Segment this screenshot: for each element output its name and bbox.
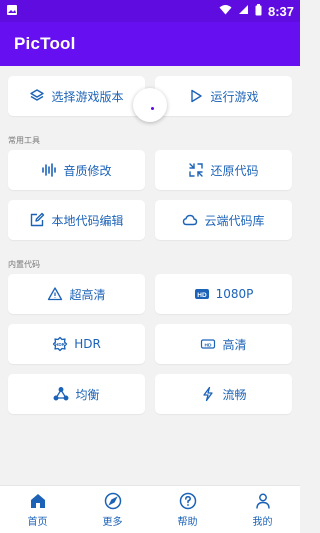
- person-icon: [255, 493, 270, 509]
- signal-icon: [238, 4, 249, 18]
- image-icon: [6, 4, 18, 19]
- status-bar: 8:37: [0, 0, 300, 22]
- compass-icon: [104, 492, 121, 509]
- smooth-button[interactable]: 流畅: [155, 374, 292, 414]
- restore-code-label: 还原代码: [210, 163, 259, 178]
- play-icon: [188, 88, 204, 104]
- balanced-button[interactable]: 均衡: [8, 374, 145, 414]
- audio-quality-button[interactable]: 音质修改: [8, 150, 145, 190]
- flash-icon: [200, 386, 216, 402]
- cloud-code-library-label: 云端代码库: [204, 213, 265, 228]
- nav-home-label: 首页: [27, 516, 48, 528]
- 1080p-button[interactable]: HD 1080P: [155, 274, 292, 314]
- nav-help-label: 帮助: [177, 516, 198, 528]
- edit-icon: [29, 212, 45, 228]
- bottom-nav: 首页 更多 帮助 我的: [0, 485, 300, 533]
- nav-more-label: 更多: [102, 516, 123, 528]
- cloud-icon: [182, 212, 198, 228]
- warning-icon: [47, 286, 63, 302]
- status-time: 8:37: [267, 3, 294, 19]
- hd-button[interactable]: HD 高清: [155, 324, 292, 364]
- svg-text:HD: HD: [197, 292, 207, 299]
- hd-label: 高清: [222, 337, 247, 352]
- main-content: 选择游戏版本 运行游戏 常用工具 音质修改 还原代码 本地代码编辑 云端代码库 …: [0, 66, 300, 485]
- section-label-common-tools: 常用工具: [8, 136, 40, 145]
- hdr-label: HDR: [74, 337, 101, 351]
- smooth-label: 流畅: [222, 387, 247, 402]
- nav-help[interactable]: 帮助: [150, 486, 225, 533]
- select-game-version-label: 选择游戏版本: [51, 89, 124, 104]
- battery-icon: [255, 3, 262, 19]
- local-code-edit-label: 本地代码编辑: [51, 213, 124, 228]
- restore-icon: [188, 162, 204, 178]
- hd-small-icon: HD: [200, 336, 216, 352]
- help-icon: [179, 492, 196, 509]
- ultra-hd-button[interactable]: 超高清: [8, 274, 145, 314]
- nav-mine-label: 我的: [252, 516, 273, 528]
- audio-quality-label: 音质修改: [63, 163, 112, 178]
- run-game-label: 运行游戏: [210, 89, 259, 104]
- ultra-hd-label: 超高清: [69, 287, 106, 302]
- select-game-version-button[interactable]: 选择游戏版本: [8, 76, 145, 116]
- svg-text:HDR: HDR: [55, 342, 65, 347]
- waveform-icon: [41, 162, 57, 178]
- wifi-icon: [219, 4, 232, 18]
- nav-home[interactable]: 首页: [0, 486, 75, 533]
- cloud-code-library-button[interactable]: 云端代码库: [155, 200, 292, 240]
- app-bar: PicTool: [0, 22, 300, 66]
- hdr-icon: HDR: [52, 336, 68, 352]
- run-game-button[interactable]: 运行游戏: [155, 76, 292, 116]
- nav-more[interactable]: 更多: [75, 486, 150, 533]
- 1080p-label: 1080P: [215, 287, 254, 301]
- svg-text:HD: HD: [205, 342, 212, 348]
- hd-icon: HD: [194, 286, 210, 302]
- nav-mine[interactable]: 我的: [225, 486, 300, 533]
- restore-code-button[interactable]: 还原代码: [155, 150, 292, 190]
- balanced-label: 均衡: [75, 387, 100, 402]
- balance-icon: [53, 386, 69, 402]
- local-code-edit-button[interactable]: 本地代码编辑: [8, 200, 145, 240]
- home-icon: [30, 493, 45, 508]
- section-label-builtin-code: 内置代码: [8, 260, 40, 269]
- layers-icon: [29, 88, 45, 104]
- hdr-button[interactable]: HDR HDR: [8, 324, 145, 364]
- loading-spinner: [133, 88, 167, 122]
- app-title: PicTool: [14, 34, 76, 53]
